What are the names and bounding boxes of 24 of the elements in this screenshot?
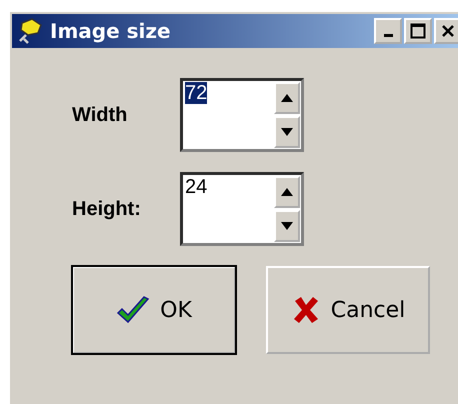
minimize-icon bbox=[384, 34, 392, 37]
field-label: Width bbox=[72, 104, 128, 126]
field-value: 24 bbox=[185, 176, 208, 198]
spin-down-button[interactable] bbox=[274, 210, 300, 242]
close-button[interactable] bbox=[434, 18, 458, 44]
up-arrow-icon bbox=[281, 94, 293, 102]
ok-button[interactable]: OK bbox=[72, 266, 236, 354]
minimize-button[interactable] bbox=[374, 18, 402, 44]
spin-down-button[interactable] bbox=[274, 116, 300, 148]
spin-up-button[interactable] bbox=[274, 82, 300, 114]
spin-up-button[interactable] bbox=[274, 176, 300, 208]
checkmark-icon bbox=[116, 295, 150, 325]
number-spinner[interactable]: 72 bbox=[180, 78, 304, 152]
cancel-button[interactable]: Cancel bbox=[266, 266, 430, 354]
number-spinner[interactable]: 24 bbox=[180, 172, 304, 246]
field-label: Height: bbox=[72, 198, 142, 220]
up-arrow-icon bbox=[281, 188, 293, 196]
down-arrow-icon bbox=[281, 128, 293, 136]
field-value: 72 bbox=[185, 82, 208, 104]
window-title: Image size bbox=[50, 19, 172, 43]
down-arrow-icon bbox=[281, 222, 293, 230]
maximize-button[interactable] bbox=[404, 18, 432, 44]
close-icon bbox=[441, 24, 455, 38]
maximize-icon bbox=[410, 23, 426, 39]
